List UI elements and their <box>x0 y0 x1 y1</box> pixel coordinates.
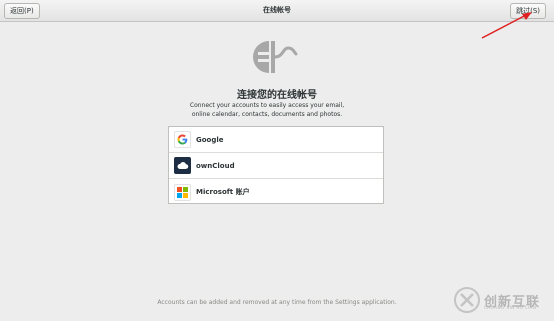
watermark: 创新互联 <box>454 281 552 319</box>
annotation-arrow <box>481 12 532 39</box>
provider-label: Google <box>196 135 224 144</box>
provider-row-microsoft[interactable]: Microsoft 账户 <box>169 179 383 205</box>
description-line-1: Connect your accounts to easily access y… <box>189 102 345 109</box>
owncloud-icon <box>174 157 191 174</box>
provider-label: ownCloud <box>196 161 235 170</box>
main-heading: 连接您的在线帐号 <box>237 90 317 101</box>
provider-label: Microsoft 账户 <box>196 188 250 196</box>
provider-list: Google ownCloud Microsoft 账户 <box>168 126 384 204</box>
watermark-sub: CHUANG XIN HU LIAN <box>484 305 537 310</box>
microsoft-icon <box>174 183 191 201</box>
provider-row-google[interactable]: Google <box>169 127 383 153</box>
description-line-2: online calendar, contacts, documents and… <box>191 111 343 118</box>
description: Connect your accounts to easily access y… <box>0 101 534 119</box>
brand-logo-icon <box>454 287 480 313</box>
provider-row-owncloud[interactable]: ownCloud <box>169 153 383 179</box>
plug-icon <box>253 41 298 73</box>
google-icon <box>174 131 191 148</box>
